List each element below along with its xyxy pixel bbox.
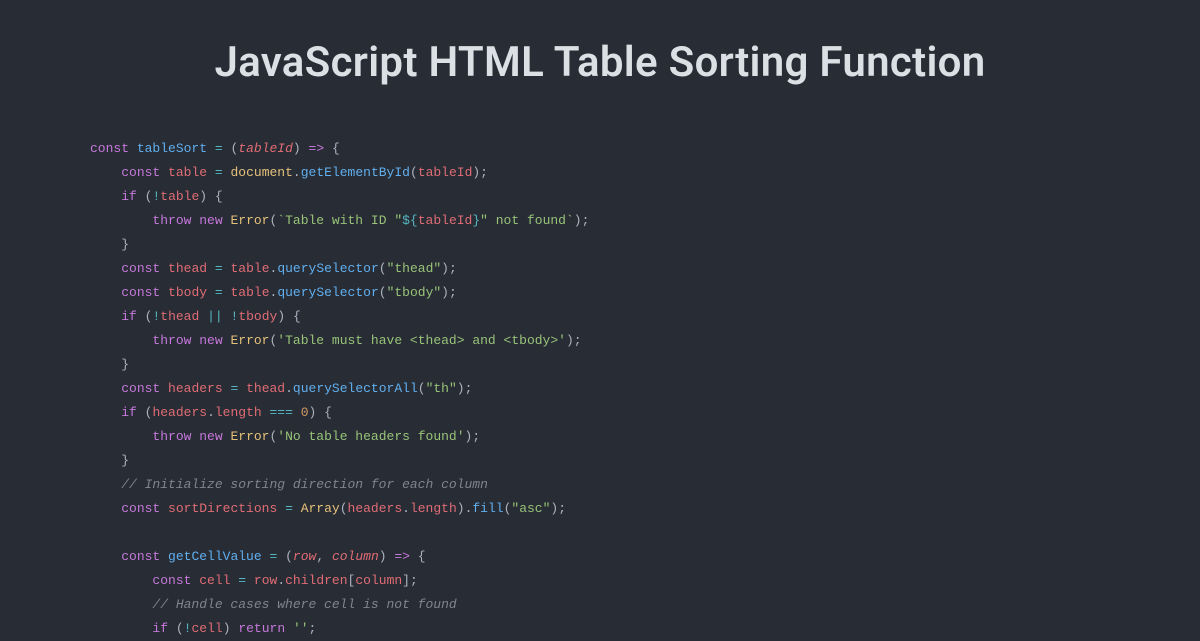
code-line: if (!table) { <box>90 189 223 204</box>
code-line: if (!thead || !tbody) { <box>90 309 301 324</box>
code-line: const tbody = table.querySelector("tbody… <box>90 285 457 300</box>
code-line: if (headers.length === 0) { <box>90 405 332 420</box>
code-line: // Initialize sorting direction for each… <box>90 477 488 492</box>
code-block: const tableSort = (tableId) => { const t… <box>90 113 1110 641</box>
code-line: } <box>90 237 129 252</box>
code-line: throw new Error('No table headers found'… <box>90 429 480 444</box>
code-line: if (!cell) return ''; <box>90 621 316 636</box>
page-title: JavaScript HTML Table Sorting Function <box>90 38 1110 87</box>
code-line: const sortDirections = Array(headers.len… <box>90 501 566 516</box>
code-line: const tableSort = (tableId) => { <box>90 141 340 156</box>
code-line: } <box>90 453 129 468</box>
code-line: const table = document.getElementById(ta… <box>90 165 488 180</box>
code-line: const cell = row.children[column]; <box>90 573 418 588</box>
code-line: // Handle cases where cell is not found <box>90 597 457 612</box>
code-line: const thead = table.querySelector("thead… <box>90 261 457 276</box>
code-line: const headers = thead.querySelectorAll("… <box>90 381 472 396</box>
code-line: throw new Error(`Table with ID "${tableI… <box>90 213 589 228</box>
code-line: const getCellValue = (row, column) => { <box>90 549 426 564</box>
code-line: throw new Error('Table must have <thead>… <box>90 333 582 348</box>
code-line: } <box>90 357 129 372</box>
